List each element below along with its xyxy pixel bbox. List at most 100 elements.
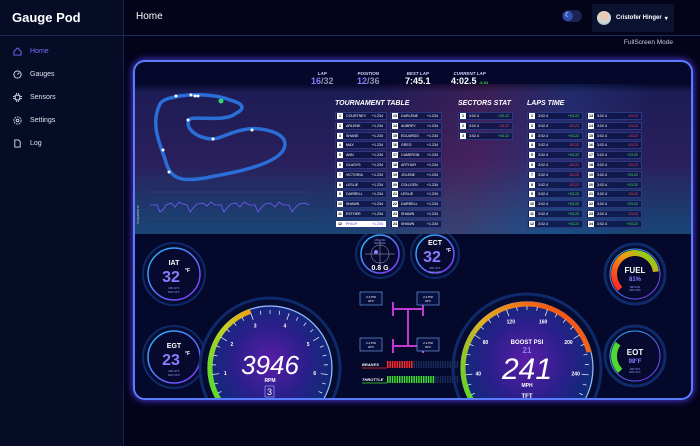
log-file-icon: [14, 139, 21, 148]
row-label: ANN: [346, 153, 354, 158]
table-row: 15 EDUARDO +1.234: [390, 131, 442, 140]
gear-label: GEAR: [263, 398, 278, 400]
row-delta: -03.22: [568, 143, 579, 148]
row-number: 20: [588, 181, 594, 188]
row-delta: -03.22: [627, 212, 638, 216]
row-delta: +03.22: [567, 221, 579, 226]
page-title: Home: [136, 11, 163, 22]
home-icon: [13, 47, 22, 56]
tire-temp: 32°F: [425, 299, 432, 303]
table-row: 21 LESLIE +1.234: [390, 190, 442, 199]
row-label: 3:02.4: [538, 172, 548, 177]
throttle-segment: [413, 376, 415, 383]
row-number: 2: [529, 122, 535, 129]
throttle-segment: [389, 376, 391, 383]
throttle-segment: [456, 376, 459, 383]
table-row: 10 SHAWN +1.234: [335, 200, 387, 209]
table-row: 11 3:02.4 +03.22: [527, 210, 583, 218]
windshield-panel: LAP 16/32 POSITION 12/36 BEST LAP 7:45.1 CU…: [135, 62, 691, 234]
speed-tick-label: 240: [572, 371, 581, 377]
table-row: 16 GREG +1.234: [390, 141, 442, 150]
row-number: 8: [529, 181, 535, 188]
brakes-segment: [391, 361, 394, 368]
table-row: 14 AUBREY +1.234: [390, 121, 442, 130]
table-row: 20 3:02.4 +03.22: [586, 180, 642, 189]
throttle-segment: [454, 376, 456, 383]
rpm-tick-label: 7: [300, 398, 303, 400]
row-label: 3:02.4: [538, 192, 548, 197]
table-row: 23 3:02.4 -03.22: [586, 210, 642, 218]
row-label: 3:02.4: [597, 192, 607, 197]
row-label: SHAWN: [401, 212, 415, 216]
row-delta: +1.234: [426, 172, 438, 177]
user-menu[interactable]: Cristofer Hinger ▾: [592, 4, 674, 32]
row-label: LESLIE: [346, 182, 359, 187]
throttle-segment: [420, 376, 423, 383]
iat-label: IAT: [169, 260, 180, 267]
user-name: Cristofer Hinger: [616, 15, 662, 21]
throttle-segment: [411, 376, 413, 383]
table-row: 9 3:02.4 +03.22: [527, 190, 583, 199]
rpm-tick-label: 3: [254, 324, 257, 330]
row-label: 3:02.4: [538, 221, 548, 226]
row-delta: +1.234: [426, 143, 438, 148]
throttle-segment: [430, 376, 432, 383]
row-label: 3:02.4: [597, 212, 607, 216]
sidebar-item-home[interactable]: Home: [0, 40, 123, 63]
table-row: 4 MAX +1.234: [335, 141, 387, 150]
throttle-segment: [394, 376, 396, 383]
row-label: ARLENE: [346, 123, 361, 128]
sidebar-item-log[interactable]: Log: [0, 132, 123, 155]
brakes-segment: [435, 361, 437, 368]
row-number: 7: [337, 171, 343, 178]
row-number: 17: [392, 152, 398, 159]
brakes-segment: [447, 361, 449, 368]
ect-value: 32: [423, 249, 441, 266]
egt-min: MIN 32°F: [169, 369, 180, 373]
row-number: 4: [529, 142, 535, 149]
row-delta: +03.22: [626, 182, 638, 187]
row-delta: +1.234: [371, 221, 383, 226]
table-row: 21 3:02.4 -03.22: [586, 190, 642, 199]
row-label: PHILIP: [346, 221, 358, 226]
row-label: 3:02.4: [597, 172, 607, 177]
row-label: 3:02.4: [538, 133, 548, 138]
header: Home ☾ Cristofer Hinger ▾: [124, 0, 700, 36]
tire-temp: 32°F: [425, 345, 432, 349]
sidebar-item-settings[interactable]: Settings: [0, 109, 123, 132]
row-number: 18: [392, 162, 398, 168]
row-number: 3: [337, 132, 343, 139]
brakes-segment: [394, 361, 396, 368]
sidebar-item-gauges[interactable]: Gauges: [0, 63, 123, 86]
sidebar-item-sensors[interactable]: Sensors: [0, 86, 123, 109]
rpm-tick-label: 5: [307, 342, 310, 348]
row-delta: -03.22: [627, 192, 638, 197]
throttle-segment: [391, 376, 394, 383]
row-label: 3:02.4: [597, 163, 607, 167]
brakes-segment: [444, 361, 447, 368]
brakes-segment: [399, 361, 401, 368]
row-label: 3:02.4: [597, 182, 607, 187]
position-stat: POSITION 12/36: [357, 71, 380, 86]
row-delta: -03.22: [568, 163, 579, 167]
theme-toggle[interactable]: ☾: [562, 10, 582, 22]
gauge-cluster: IAT32 °FMIN 32°FMAX 32°FEGT23 °FMIN 32°FMA…: [135, 234, 691, 400]
row-number: 2: [460, 122, 466, 129]
row-number: 24: [392, 220, 398, 227]
throttle-segment: [442, 376, 444, 383]
eot-value: 98°F: [629, 359, 642, 365]
table-row: 7 VICTORIA +1.234: [335, 170, 387, 179]
speed-tick-label: 200: [564, 340, 573, 346]
rpm-tick: [223, 399, 226, 400]
row-number: 16: [392, 142, 398, 149]
throttle-segment: [444, 376, 447, 383]
throttle-segment: [439, 376, 442, 383]
row-number: 9: [529, 191, 535, 198]
row-number: 17: [588, 152, 594, 159]
fullscreen-mode-link[interactable]: FullScreen Mode: [624, 39, 673, 46]
row-number: 5: [529, 152, 535, 159]
row-label: AUBREY: [401, 123, 416, 128]
row-number: 15: [392, 132, 398, 139]
table-row: 15 3:02.4 -03.22: [586, 131, 642, 140]
throttle-segment: [401, 376, 403, 383]
